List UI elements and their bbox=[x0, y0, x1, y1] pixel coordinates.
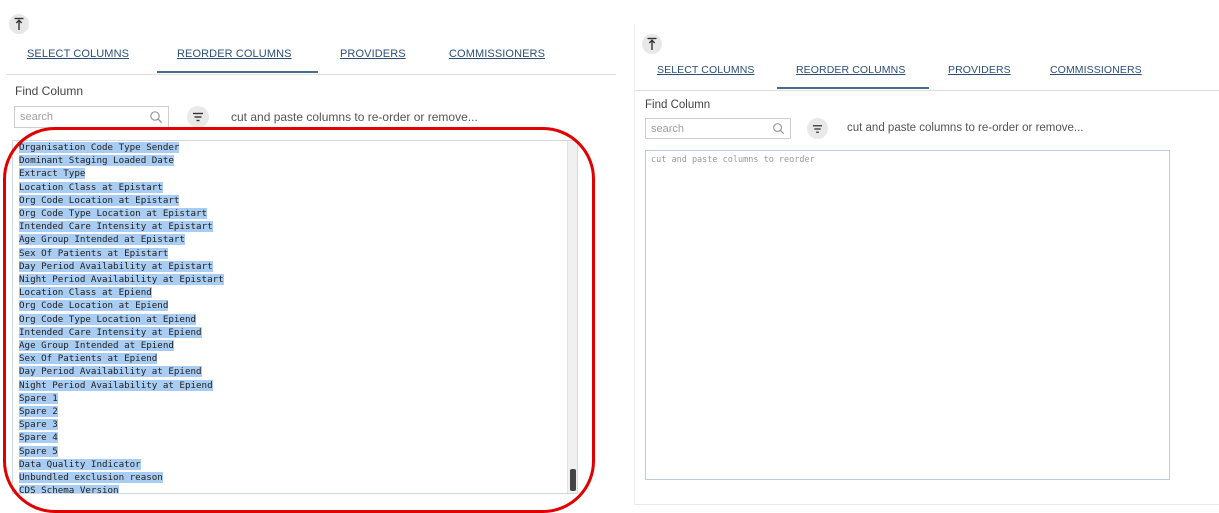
column-name: Intended Care Intensity at Epiend bbox=[19, 326, 202, 338]
column-name: Unbundled exclusion reason bbox=[19, 472, 163, 484]
tabs-divider bbox=[6, 74, 616, 75]
column-name: Extract Type bbox=[19, 168, 86, 180]
tab-providers-right[interactable]: PROVIDERS bbox=[948, 64, 1011, 76]
column-list-item: Night Period Availability at Epistart bbox=[19, 273, 224, 286]
column-name: Sex Of Patients at Epistart bbox=[19, 247, 169, 259]
column-name: Organisation Code Type Sender bbox=[19, 142, 180, 153]
column-name: Org Code Location at Epistart bbox=[19, 194, 180, 206]
column-list-item: Spare 3 bbox=[19, 418, 224, 431]
column-list-item: Extract Type bbox=[19, 167, 224, 180]
column-list-item: Org Code Location at Epistart bbox=[19, 194, 224, 207]
column-list-item: Unbundled exclusion reason bbox=[19, 471, 224, 484]
tab-commissioners[interactable]: COMMISSIONERS bbox=[449, 48, 545, 60]
search-input-right[interactable] bbox=[646, 119, 790, 139]
column-name: Location Class at Epiend bbox=[19, 287, 152, 299]
column-name: Spare 3 bbox=[19, 419, 58, 431]
search-box-right bbox=[645, 118, 791, 139]
column-name: Dominant Staging Loaded Date bbox=[19, 155, 174, 167]
column-list-item: Org Code Location at Epiend bbox=[19, 299, 224, 312]
column-list-item: Intended Care Intensity at Epistart bbox=[19, 220, 224, 233]
column-name: Night Period Availability at Epiend bbox=[19, 379, 213, 391]
scrollbar[interactable] bbox=[567, 141, 577, 493]
tab-providers[interactable]: PROVIDERS bbox=[340, 48, 406, 60]
column-name: Spare 1 bbox=[19, 392, 58, 404]
column-list-item: Spare 1 bbox=[19, 392, 224, 405]
column-name: Spare 5 bbox=[19, 445, 58, 457]
tab-reorder-columns-right[interactable]: REORDER COLUMNS bbox=[796, 64, 905, 76]
column-list-item: Data Quality Indicator bbox=[19, 458, 224, 471]
tab-select-columns-right[interactable]: SELECT COLUMNS bbox=[657, 64, 754, 76]
column-name: CDS Schema Version bbox=[19, 485, 119, 493]
active-tab-indicator bbox=[157, 71, 318, 73]
filter-sort-icon bbox=[812, 124, 823, 133]
right-panel: SELECT COLUMNS REORDER COLUMNS PROVIDERS… bbox=[634, 24, 1219, 505]
collapse-top-icon bbox=[647, 37, 657, 50]
column-name: Age Group Intended at Epiend bbox=[19, 340, 174, 352]
column-name: Age Group Intended at Epistart bbox=[19, 234, 185, 246]
column-list-item: Org Code Type Location at Epistart bbox=[19, 207, 224, 220]
search-box bbox=[14, 106, 169, 128]
column-list-item: Location Class at Epiend bbox=[19, 286, 224, 299]
column-list-item: CDS Schema Version bbox=[19, 484, 224, 493]
column-list-item: Night Period Availability at Epiend bbox=[19, 379, 224, 392]
column-list-item: Sex Of Patients at Epiend bbox=[19, 352, 224, 365]
filter-sort-icon bbox=[193, 112, 203, 122]
scrollbar-thumb[interactable] bbox=[570, 469, 576, 491]
column-name: Night Period Availability at Epistart bbox=[19, 274, 224, 286]
tab-reorder-columns[interactable]: REORDER COLUMNS bbox=[177, 48, 292, 60]
tab-select-columns[interactable]: SELECT COLUMNS bbox=[27, 48, 129, 60]
column-name: Org Code Type Location at Epiend bbox=[19, 313, 197, 325]
reorder-textarea-input[interactable] bbox=[646, 151, 1169, 479]
column-list-item: Spare 5 bbox=[19, 445, 224, 458]
left-panel: SELECT COLUMNS REORDER COLUMNS PROVIDERS… bbox=[0, 0, 622, 513]
active-tab-indicator-right bbox=[777, 87, 929, 89]
search-input[interactable] bbox=[15, 107, 168, 127]
reorder-hint: cut and paste columns to re-order or rem… bbox=[231, 110, 478, 124]
column-name: Sex Of Patients at Epiend bbox=[19, 353, 158, 365]
find-column-label-right: Find Column bbox=[645, 99, 711, 111]
column-name: Day Period Availability at Epistart bbox=[19, 260, 213, 272]
column-list-item: Spare 4 bbox=[19, 431, 224, 444]
column-name: Org Code Location at Epiend bbox=[19, 300, 169, 312]
column-name: Intended Care Intensity at Epistart bbox=[19, 221, 213, 233]
column-list-item: Dominant Staging Loaded Date bbox=[19, 154, 224, 167]
filter-button[interactable] bbox=[187, 106, 209, 128]
column-name: Org Code Type Location at Epistart bbox=[19, 208, 208, 220]
tabs-divider-right bbox=[635, 90, 1219, 91]
column-name: Location Class at Epistart bbox=[19, 181, 163, 193]
column-name: Spare 2 bbox=[19, 406, 58, 418]
reorder-columns-textarea[interactable]: Organisation Code Type Sender Dominant St… bbox=[12, 140, 578, 494]
column-list-item: Intended Care Intensity at Epiend bbox=[19, 326, 224, 339]
column-name: Day Period Availability at Epiend bbox=[19, 366, 202, 378]
column-list-item: Location Class at Epistart bbox=[19, 181, 224, 194]
collapse-top-icon bbox=[14, 17, 24, 30]
column-list-item: Org Code Type Location at Epiend bbox=[19, 313, 224, 326]
column-list-item: Sex Of Patients at Epistart bbox=[19, 247, 224, 260]
collapse-top-button-right[interactable] bbox=[642, 34, 662, 54]
column-list-item: Age Group Intended at Epiend bbox=[19, 339, 224, 352]
column-list-item: Day Period Availability at Epistart bbox=[19, 260, 224, 273]
column-name: Spare 4 bbox=[19, 432, 58, 444]
column-list-item: Day Period Availability at Epiend bbox=[19, 365, 224, 378]
collapse-top-button[interactable] bbox=[9, 14, 29, 34]
reorder-columns-textarea-right bbox=[645, 150, 1170, 480]
column-list-item: Spare 2 bbox=[19, 405, 224, 418]
find-column-label: Find Column bbox=[15, 84, 84, 98]
search-icon bbox=[773, 123, 785, 135]
column-name: Data Quality Indicator bbox=[19, 458, 141, 470]
search-icon bbox=[150, 111, 163, 124]
tab-commissioners-right[interactable]: COMMISSIONERS bbox=[1050, 64, 1142, 76]
column-list-item: Organisation Code Type Sender bbox=[19, 141, 224, 154]
column-list-item: Age Group Intended at Epistart bbox=[19, 233, 224, 246]
column-list: Organisation Code Type Sender Dominant St… bbox=[19, 141, 224, 493]
filter-button-right[interactable] bbox=[807, 118, 828, 139]
reorder-hint-right: cut and paste columns to re-order or rem… bbox=[847, 122, 1084, 134]
